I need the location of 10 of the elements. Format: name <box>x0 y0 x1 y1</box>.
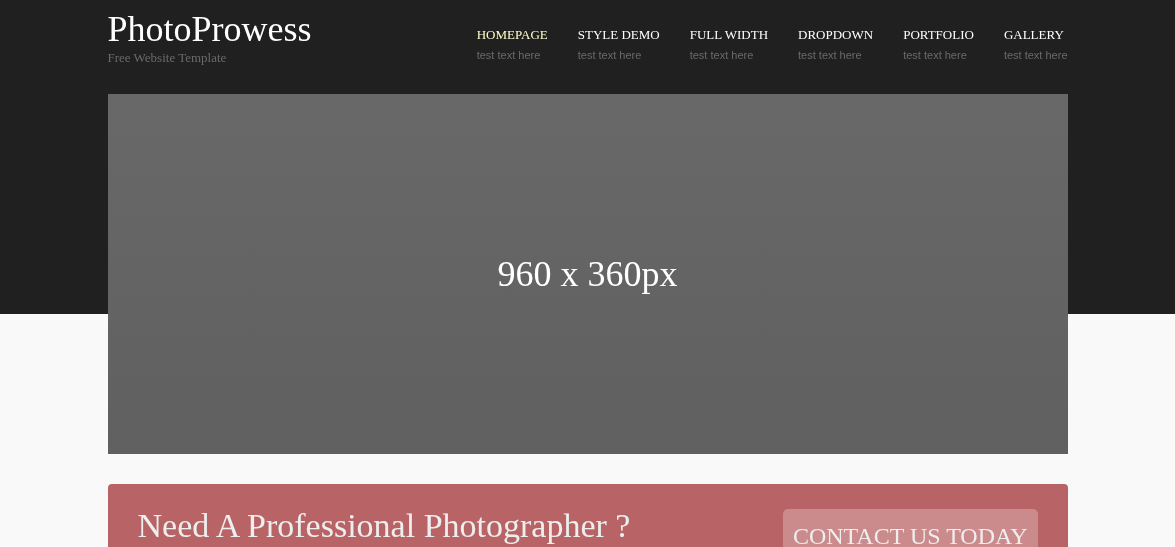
nav-item[interactable]: HOMEPAGE test text here <box>476 27 548 64</box>
nav-item[interactable]: FULL WIDTH test text here <box>689 27 769 64</box>
site-title[interactable]: PhotoProwess <box>107 8 312 50</box>
site-tagline: Free Website Template <box>107 50 228 66</box>
nav-item[interactable]: PORTFOLIO test text here <box>903 27 974 64</box>
nav-item[interactable]: DROPDOWN test text here <box>798 27 874 64</box>
callout-heading: Need A Professional Photographer ? <box>137 506 631 546</box>
nav-item[interactable]: STYLE DEMO test text here <box>577 27 660 64</box>
nav-item[interactable]: GALLERY test text here <box>1003 27 1068 64</box>
banner-text: 960 x 360px <box>497 253 678 296</box>
